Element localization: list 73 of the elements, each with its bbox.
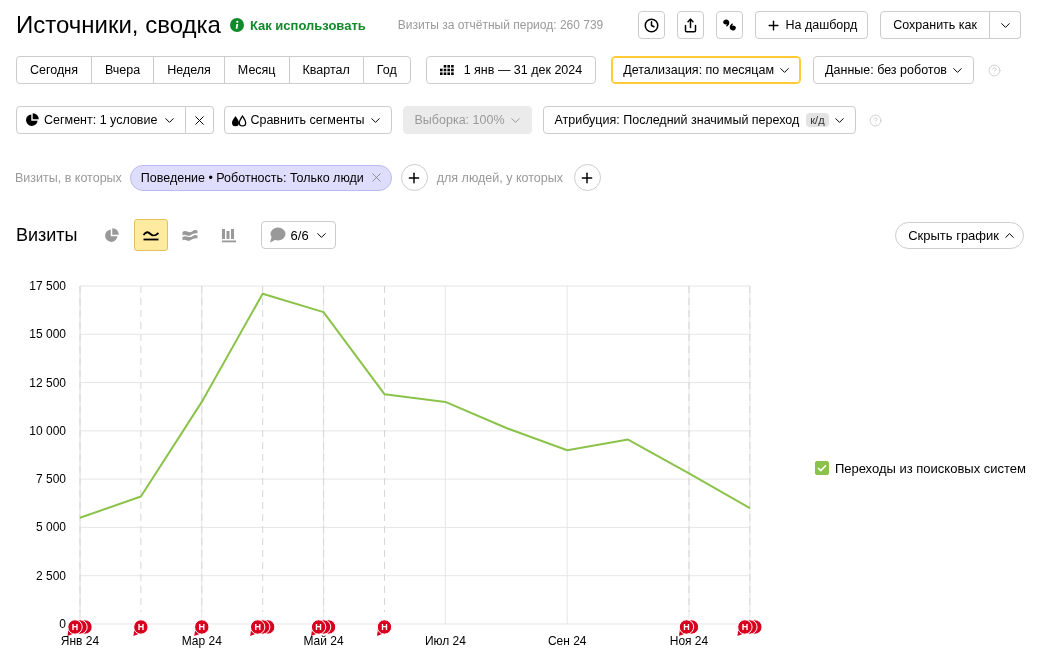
bar-chart-icon: [220, 227, 237, 243]
x-axis-label: Мар 24: [181, 633, 222, 648]
help-icon[interactable]: [988, 63, 1001, 77]
annotation: Н: [137, 622, 145, 633]
info-icon: [229, 18, 244, 32]
segment-dropdown[interactable]: Сегмент: 1 условие: [16, 106, 187, 134]
note-marker[interactable]: Н: [194, 619, 210, 636]
line-chart-button[interactable]: [133, 219, 168, 251]
annotation: Н: [315, 622, 322, 633]
y-axis-label: 5 000: [36, 520, 66, 535]
period-button[interactable]: Вчера: [90, 56, 155, 84]
x-axis-label: Ноя 24: [669, 633, 709, 648]
annotation: Н: [254, 622, 261, 633]
hide-chart-button[interactable]: Скрыть график: [895, 221, 1024, 249]
period-button[interactable]: Год: [362, 56, 411, 84]
annotation: Н: [381, 622, 388, 633]
note-marker[interactable]: Н: [376, 619, 393, 636]
data-dropdown[interactable]: Данные: без роботов: [813, 56, 974, 84]
save-options-button[interactable]: [990, 11, 1021, 39]
period-button[interactable]: Неделя: [153, 56, 225, 84]
check-icon: [816, 464, 827, 472]
y-axis-label: 17 500: [29, 279, 66, 294]
visits-summary: Визиты за отчётный период: 260 739: [397, 18, 604, 32]
pie-chart-icon: [104, 227, 120, 243]
visits-condition-label: Визиты, в которых: [15, 170, 122, 185]
feedback-button[interactable]: [716, 11, 744, 39]
quotes-icon: [722, 18, 738, 32]
line-chart-icon: [141, 228, 160, 242]
model-badge: к/д: [806, 113, 829, 127]
period-button[interactable]: Сегодня: [16, 56, 92, 84]
x-axis-label: Янв 24: [60, 633, 100, 648]
page-title: Источники, сводка: [16, 10, 221, 40]
export-button[interactable]: [677, 11, 705, 39]
x-axis-label: Сен 24: [547, 633, 587, 648]
area-chart-icon: [180, 227, 199, 243]
how-to-use-link[interactable]: Как использовать: [229, 17, 366, 33]
y-axis-label: 2 500: [36, 568, 66, 583]
x-axis-label: Июл 24: [424, 633, 466, 648]
notes-filter-dropdown[interactable]: 6/6: [260, 221, 336, 249]
filter-chip[interactable]: Поведение • Роботность: Только люди: [129, 164, 392, 191]
period-button[interactable]: Месяц: [223, 56, 290, 84]
chart-title: Визиты: [16, 224, 78, 246]
history-button[interactable]: [638, 11, 666, 39]
add-condition-button[interactable]: [573, 164, 601, 191]
add-to-dashboard-button[interactable]: На дашборд: [755, 11, 869, 39]
annotation: Н: [198, 622, 206, 633]
y-axis-label: 7 500: [36, 472, 66, 487]
drops-icon: [231, 113, 248, 127]
y-axis-label: 0: [59, 616, 66, 631]
legend-checkbox[interactable]: [814, 461, 829, 475]
plus-icon: [766, 17, 782, 33]
comment-icon: [268, 227, 286, 243]
save-as-button[interactable]: Сохранить как: [880, 11, 990, 39]
add-condition-button[interactable]: [400, 164, 428, 191]
date-range-button[interactable]: 1 янв — 31 дек 2024: [425, 56, 597, 84]
clock-icon: [644, 17, 660, 33]
people-condition-label: для людей, у которых: [436, 170, 563, 185]
annotation: Н: [683, 622, 690, 633]
calendar-icon: [439, 64, 454, 76]
share-icon: [683, 17, 699, 33]
clear-segment-button[interactable]: [186, 106, 215, 134]
attribution-dropdown[interactable]: Атрибуция: Последний значимый переход к/д: [542, 106, 856, 134]
period-button[interactable]: Квартал: [288, 56, 364, 84]
annotation: Н: [741, 622, 749, 633]
y-axis-label: 10 000: [29, 423, 66, 438]
detail-dropdown[interactable]: Детализация: по месяцам: [611, 56, 802, 84]
y-axis-label: 15 000: [29, 327, 66, 342]
note-marker[interactable]: Н: [133, 619, 149, 636]
y-axis-label: 12 500: [29, 375, 66, 390]
x-axis-label: Май 24: [303, 633, 344, 648]
compare-segments-dropdown[interactable]: Сравнить сегменты: [224, 106, 392, 134]
pie-chart-icon: [25, 113, 39, 127]
legend-label: Переходы из поисковых систем: [834, 460, 1026, 476]
